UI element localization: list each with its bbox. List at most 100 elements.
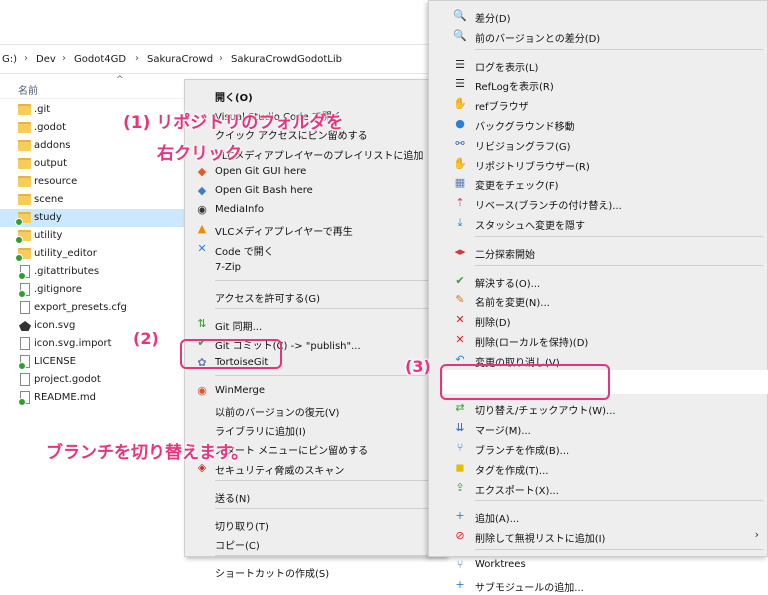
file-name: .gitattributes xyxy=(34,266,100,277)
menu-item-label: Open Git GUI here xyxy=(215,165,307,177)
file-name: addons xyxy=(34,140,71,151)
menu-item[interactable]: ショートカットの作成(S) xyxy=(185,561,445,581)
menu-item[interactable]: ◉ WinMerge xyxy=(185,381,445,401)
menu-item[interactable]: 開く(O) xyxy=(185,85,445,105)
menu-item[interactable]: 送る(N)› xyxy=(185,486,445,506)
menu-item[interactable]: ⇊ マージ(M)... xyxy=(429,418,767,438)
menu-item[interactable]: ⤓ スタッシュへ変更を隠す xyxy=(429,213,767,233)
file-row[interactable]: export_presets.cfg xyxy=(0,299,185,317)
breadcrumb-drive[interactable]: G:) xyxy=(2,54,17,68)
menu-item[interactable]: 7-Zip› xyxy=(185,258,445,278)
file-icon xyxy=(20,301,30,314)
menu-item[interactable]: ⑂ ブランチを作成(B)... xyxy=(429,438,767,458)
menu-item[interactable]: ✕ 削除(D) xyxy=(429,310,767,330)
submodule-icon: + xyxy=(455,577,465,591)
menu-item-label: 差分(D) xyxy=(475,14,511,25)
menu-separator xyxy=(215,308,441,310)
menu-item[interactable]: ✔ 解決する(O)... xyxy=(429,271,767,291)
menu-item[interactable]: 🔍 差分(D) xyxy=(429,6,767,26)
menu-item-label: 削除して無視リストに追加(I) xyxy=(475,534,606,546)
menu-item[interactable]: ✕ 削除(ローカルを保持)(D) xyxy=(429,330,767,350)
branch-icon: ⑂ xyxy=(456,441,464,454)
menu-item-label: 削除(ローカルを保持)(D) xyxy=(475,338,589,349)
menu-item-label: 7-Zip xyxy=(215,261,241,273)
diff-prev-icon: 🔍 xyxy=(453,28,467,42)
menu-item[interactable]: + サブモジュールの追加... xyxy=(429,575,767,595)
menu-item[interactable]: ◆ Open Git Bash here xyxy=(185,181,445,201)
menu-item-label: タグを作成(T)... xyxy=(475,465,549,477)
file-name: .godot xyxy=(34,122,67,133)
menu-item[interactable]: 以前のバージョンの復元(V) xyxy=(185,400,445,420)
file-row[interactable]: resource xyxy=(0,173,185,191)
menu-item-label: セキュリティ脅威のスキャン xyxy=(215,465,345,477)
menu-item[interactable]: ⇅ Git 同期... xyxy=(185,314,445,334)
menu-item[interactable]: ⇄ 切り替え/チェックアウト(W)... xyxy=(429,398,767,418)
chevron-right-icon: › xyxy=(135,53,139,64)
menu-item[interactable]: ◉ MediaInfo xyxy=(185,200,445,220)
menu-separator xyxy=(215,508,441,509)
godot-icon xyxy=(19,321,31,331)
file-row[interactable]: scene xyxy=(0,191,185,209)
file-row[interactable]: study xyxy=(0,209,185,227)
menu-item[interactable]: ● バックグラウンド移動 xyxy=(429,114,767,134)
menu-item-label: コピー(C) xyxy=(215,541,260,553)
file-row[interactable]: .gitattributes xyxy=(0,263,185,281)
file-icon xyxy=(20,337,30,350)
menu-item-label: VLCメディアプレイヤーのプレイリストに追加 xyxy=(215,150,424,162)
log-icon: ☰ xyxy=(455,57,465,71)
breadcrumb-sakuracrowdgodotlib[interactable]: SakuraCrowdGodotLib xyxy=(231,54,342,68)
menu-item[interactable]: ✕ Code で開く xyxy=(185,239,445,259)
ref-browser-icon: ✋ xyxy=(453,97,467,111)
git-folder-icon xyxy=(15,212,31,226)
menu-item[interactable]: ライブラリに追加(I)› xyxy=(185,419,445,439)
menu-item-label: 開く(O) xyxy=(215,93,253,104)
menu-item-label: 解決する(O)... xyxy=(475,278,541,290)
breadcrumb-godot4gd[interactable]: Godot4GD xyxy=(74,54,126,68)
menu-item-label: MediaInfo xyxy=(215,204,264,216)
menu-item[interactable]: アクセスを許可する(G)› xyxy=(185,286,445,306)
menu-item[interactable]: + 追加(A)... xyxy=(429,506,767,526)
file-name: resource xyxy=(34,176,78,187)
menu-item[interactable]: ◆ Open Git GUI here xyxy=(185,162,445,182)
delete-icon: ✕ xyxy=(455,313,465,327)
menu-item[interactable]: ✋ リポジトリブラウザー(R) xyxy=(429,154,767,174)
menu-item[interactable]: ▦ 変更をチェック(F) xyxy=(429,173,767,193)
menu-separator xyxy=(215,280,441,281)
menu-item[interactable]: 切り取り(T) xyxy=(185,514,445,534)
menu-item[interactable]: ⊘ 削除して無視リストに追加(I) › xyxy=(429,526,767,546)
menu-item[interactable]: ⚯ リビジョングラフ(G) xyxy=(429,134,767,154)
git-status-badge-icon xyxy=(15,236,23,244)
file-row[interactable]: README.md xyxy=(0,389,185,407)
menu-item[interactable]: ✎ 名前を変更(N)... xyxy=(429,290,767,310)
file-name: icon.svg.import xyxy=(34,338,112,349)
menu-item[interactable]: ☰ RefLogを表示(R) xyxy=(429,74,767,94)
menu-item[interactable]: ⇪ エクスポート(X)... xyxy=(429,478,767,498)
file-row[interactable]: utility_editor xyxy=(0,245,185,263)
menu-item[interactable]: ◼ タグを作成(T)... xyxy=(429,458,767,478)
breadcrumb-sakuracrowd[interactable]: SakuraCrowd xyxy=(147,54,213,68)
breadcrumb-dev[interactable]: Dev xyxy=(36,54,56,68)
file-row[interactable]: project.godot xyxy=(0,371,185,389)
file-row[interactable]: utility xyxy=(0,227,185,245)
menu-item[interactable]: ⇡ リベース(ブランチの付け替え)... xyxy=(429,193,767,213)
git-status-badge-icon xyxy=(18,290,26,298)
git-status-badge-icon xyxy=(15,218,23,226)
file-name: .git xyxy=(34,104,51,115)
menu-item[interactable]: コピー(C) xyxy=(185,533,445,553)
menu-item[interactable]: ☰ ログを表示(L) xyxy=(429,55,767,75)
menu-item-label: 以前のバージョンの復元(V) xyxy=(215,408,340,419)
bisect-icon: ◂▸ xyxy=(454,244,466,258)
menu-item[interactable]: 🔍 前のバージョンとの差分(D) xyxy=(429,26,767,46)
menu-item[interactable]: ⑂ Worktrees xyxy=(429,555,767,575)
switch-checkout-icon: ⇄ xyxy=(455,401,465,415)
menu-item[interactable]: ◂▸ 二分探索開始 xyxy=(429,242,767,262)
menu-item[interactable]: ▲ VLCメディアプレイヤーで再生 xyxy=(185,219,445,239)
menu-item[interactable]: ✋ refブラウザ xyxy=(429,94,767,114)
menu-item-label: Code で開く xyxy=(215,246,274,258)
name-column-header[interactable]: ^ 名前 xyxy=(0,75,185,99)
annotation-note: ブランチを切り替えます。 xyxy=(46,443,249,463)
menu-item-label: リビジョングラフ(G) xyxy=(475,141,571,153)
file-row[interactable]: LICENSE xyxy=(0,353,185,371)
file-row[interactable]: .gitignore xyxy=(0,281,185,299)
menu-separator xyxy=(215,479,441,481)
